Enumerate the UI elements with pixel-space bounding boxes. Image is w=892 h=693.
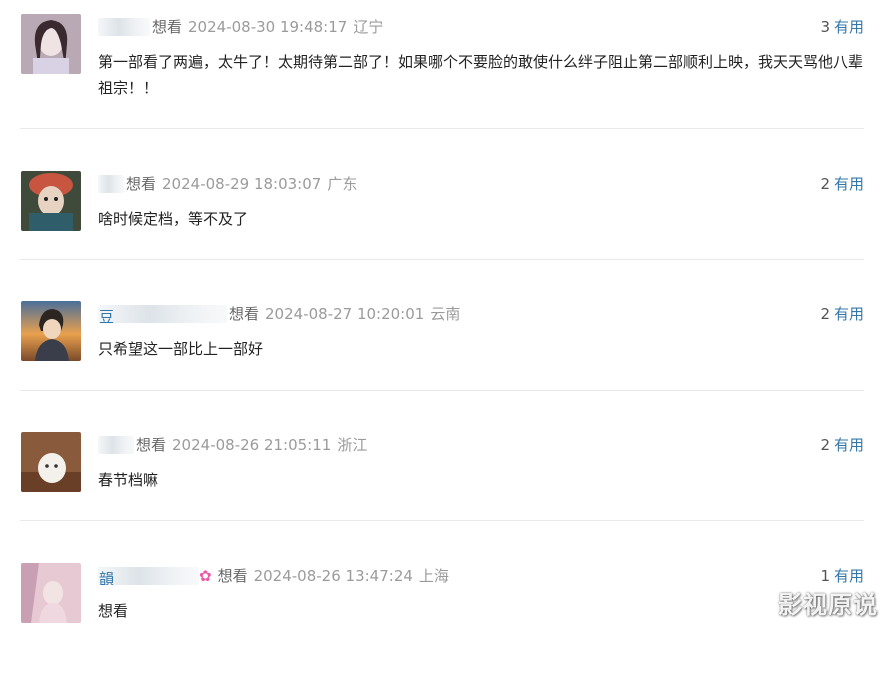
divider (20, 390, 864, 391)
avatar[interactable] (21, 171, 81, 231)
comment-time: 2024-08-27 10:20:01 (265, 305, 425, 323)
username[interactable]: 用户 (98, 175, 124, 193)
comment-item: 用户 想看 2024-08-26 21:05:11 浙江 2有用 春节档嘛 (20, 432, 864, 562)
comment-region: 上海 (418, 567, 449, 585)
comment-meta: 用户 想看 2024-08-30 19:48:17 辽宁 (98, 15, 383, 39)
avatar[interactable] (21, 432, 81, 492)
useful-count: 3 (820, 18, 830, 36)
useful-count: 2 (820, 175, 830, 193)
useful-count: 2 (820, 436, 830, 454)
username[interactable]: 用户 (98, 18, 150, 36)
username[interactable]: 用户 (98, 436, 134, 454)
divider (20, 128, 864, 129)
useful-button[interactable]: 有用 (834, 567, 864, 585)
comment-time: 2024-08-30 19:48:17 (188, 18, 348, 36)
comment-text: 想看 (98, 602, 129, 620)
useful-votes: 2 有用 (820, 433, 864, 457)
comment-meta: 韻 ✿ 想看 2024-08-26 13:47:24 上海 (98, 564, 449, 588)
username-visible-char: 豆 (99, 308, 115, 323)
comment-region: 辽宁 (353, 18, 384, 36)
flower-icon: ✿ (199, 567, 212, 585)
username-visible-char: 韻 (99, 570, 115, 585)
divider (20, 259, 864, 260)
useful-button[interactable]: 有用 (834, 175, 864, 193)
rating-status: 想看 (217, 567, 248, 585)
divider (20, 520, 864, 521)
rating-status: 想看 (229, 305, 260, 323)
useful-button[interactable]: 有用 (834, 18, 864, 36)
comment-time: 2024-08-26 21:05:11 (172, 436, 332, 454)
comment-item: 用户 想看 2024-08-29 18:03:07 广东 2有用 啥时候定档，等… (20, 171, 864, 301)
comment-text: 啥时候定档，等不及了 (98, 210, 249, 228)
comment-meta: 用户 想看 2024-08-29 18:03:07 广东 (98, 172, 357, 196)
watermark: 影视原说 (778, 591, 878, 619)
useful-votes: 2 有用 (820, 172, 864, 196)
comment-list: 用户 想看 2024-08-30 19:48:17 辽宁 3有用 第一部看了两遍… (0, 0, 892, 634)
username[interactable]: 韻 (98, 567, 199, 585)
comment-meta: 豆 想看 2024-08-27 10:20:01 云南 (98, 302, 460, 326)
comment-time: 2024-08-29 18:03:07 (162, 175, 322, 193)
useful-count: 1 (820, 567, 830, 585)
useful-button[interactable]: 有用 (834, 305, 864, 323)
comment-item: 豆 想看 2024-08-27 10:20:01 云南 2 有用 只希望这一部比上… (20, 301, 864, 431)
comment-item: 韻 ✿ 想看 2024-08-26 13:47:24 上海 1 有用 想看 (20, 563, 864, 693)
comment-text: 第一部看了两遍，太牛了！太期待第二部了！如果哪个不要脸的敢使什么绊子阻止第二部顺… (98, 53, 864, 97)
comment-region: 广东 (327, 175, 358, 193)
comment-region: 云南 (430, 305, 461, 323)
rating-status: 想看 (136, 436, 167, 454)
comment-text: 只希望这一部比上一部好 (98, 340, 264, 358)
useful-button[interactable]: 有用 (834, 436, 864, 454)
comment-text: 春节档嘛 (98, 471, 159, 489)
avatar[interactable] (21, 563, 81, 623)
useful-count: 2 (820, 305, 830, 323)
comment-time: 2024-08-26 13:47:24 (253, 567, 413, 585)
comment-item: 用户 想看 2024-08-30 19:48:17 辽宁 3有用 第一部看了两遍… (20, 14, 864, 144)
rating-status: 想看 (152, 18, 183, 36)
avatar[interactable] (21, 301, 81, 361)
useful-votes: 2 有用 (820, 302, 864, 326)
useful-votes: 3 有用 (820, 15, 864, 39)
comment-region: 浙江 (337, 436, 368, 454)
rating-status: 想看 (126, 175, 157, 193)
comment-meta: 用户 想看 2024-08-26 21:05:11 浙江 (98, 433, 367, 457)
username[interactable]: 豆 (98, 305, 227, 323)
avatar[interactable] (21, 14, 81, 74)
